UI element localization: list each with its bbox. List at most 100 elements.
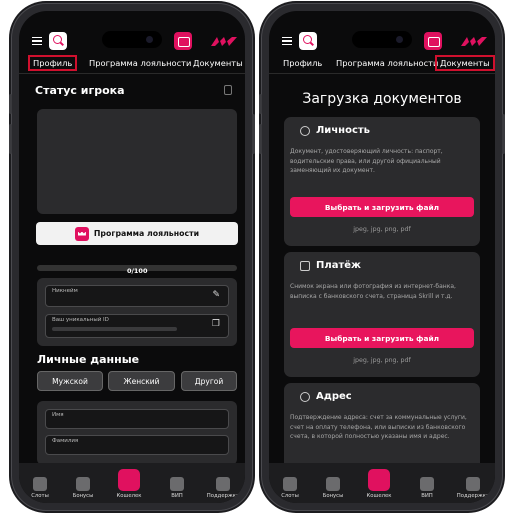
payment-section: Платёж Снимок экрана или фотография из и… — [284, 252, 480, 377]
search-icon[interactable] — [49, 32, 67, 50]
nickname-label: Никнейм — [52, 288, 78, 294]
nav-support-label: Поддержка — [206, 493, 240, 499]
nav-support-label: Поддержка — [456, 493, 490, 499]
wallet-icon — [368, 469, 390, 491]
slots-icon — [33, 477, 47, 491]
tab-documents[interactable]: Документы — [435, 55, 495, 71]
gender-male-button[interactable]: Мужской — [37, 371, 103, 391]
top-bar — [269, 31, 495, 53]
bottom-nav: Слоты Бонусы Кошелек ВИП Поддержка — [19, 463, 245, 503]
gender-female-button[interactable]: Женский — [108, 371, 175, 391]
slots-icon — [283, 477, 297, 491]
address-section-header: Адрес — [300, 391, 352, 402]
phone-left: Профиль Программа лояльности Документы С… — [9, 4, 255, 510]
brand-logo[interactable] — [209, 35, 239, 47]
identity-upload-button[interactable]: Выбрать и загрузить файл — [290, 197, 474, 217]
tab-loyalty[interactable]: Программа лояльности — [336, 58, 438, 68]
level-progress-label: 0/100 — [127, 267, 148, 275]
first-name-field[interactable]: Имя — [45, 409, 229, 429]
phone-side-button — [9, 124, 12, 154]
tab-documents-label: Документы — [440, 58, 490, 68]
nav-wallet-label: Кошелек — [366, 493, 392, 499]
search-icon[interactable] — [299, 32, 317, 50]
documents-page-title: Загрузка документов — [302, 91, 462, 107]
bottom-nav: Слоты Бонусы Кошелек ВИП Поддержка — [269, 463, 495, 503]
identity-section: Личность Документ, удостоверяющий личнос… — [284, 117, 480, 246]
screen-documents: Профиль Программа лояльности Документы З… — [269, 11, 495, 503]
copy-icon[interactable]: ❐ — [212, 319, 220, 329]
last-name-field[interactable]: Фамилия — [45, 435, 229, 455]
crown-icon — [74, 226, 89, 241]
personal-data-card: Имя Фамилия — [37, 401, 237, 465]
phone-side-button — [259, 124, 262, 154]
menu-icon[interactable] — [282, 37, 292, 45]
nav-bonuses[interactable]: Бонусы — [65, 477, 101, 499]
address-description: Подтверждение адреса: счет за коммунальн… — [290, 414, 467, 440]
phone-side-button — [9, 94, 12, 114]
vip-crown-icon — [170, 477, 184, 491]
tab-profile[interactable]: Профиль — [283, 58, 322, 68]
nav-slots[interactable]: Слоты — [22, 477, 58, 499]
info-icon[interactable] — [224, 85, 232, 95]
payment-icon — [300, 260, 310, 271]
nav-wallet[interactable]: Кошелек — [361, 469, 397, 499]
nickname-field[interactable]: Никнейм ✎ — [45, 285, 229, 307]
payment-section-header: Платёж — [300, 260, 361, 271]
nav-wallet[interactable]: Кошелек — [111, 469, 147, 499]
support-chat-icon — [216, 477, 230, 491]
nav-support[interactable]: Поддержка — [455, 477, 491, 499]
top-bar — [19, 31, 245, 53]
user-id-field[interactable]: Ваш уникальный ID ❐ — [45, 314, 229, 338]
wallet-icon[interactable] — [174, 32, 192, 50]
vip-crown-icon — [420, 477, 434, 491]
address-section-title: Адрес — [316, 391, 352, 402]
nav-slots[interactable]: Слоты — [272, 477, 308, 499]
person-circle-icon — [300, 125, 310, 136]
wallet-icon[interactable] — [424, 32, 442, 50]
payment-section-title: Платёж — [316, 260, 361, 271]
address-icon — [300, 391, 310, 402]
payment-upload-button[interactable]: Выбрать и загрузить файл — [290, 328, 474, 348]
identity-section-title: Личность — [316, 125, 371, 136]
phone-right: Профиль Программа лояльности Документы З… — [259, 4, 505, 510]
nav-bonuses[interactable]: Бонусы — [315, 477, 351, 499]
tab-loyalty[interactable]: Программа лояльности — [89, 58, 191, 68]
nav-vip[interactable]: ВИП — [159, 477, 195, 499]
nav-vip-label: ВИП — [421, 493, 433, 499]
player-status-title: Статус игрока — [35, 84, 125, 97]
nav-slots-label: Слоты — [281, 493, 299, 499]
identity-formats: jpeg, jpg, png, pdf — [353, 226, 411, 233]
tab-documents[interactable]: Документы — [193, 58, 243, 68]
tab-bar: Профиль Программа лояльности Документы — [19, 55, 245, 74]
support-chat-icon — [466, 477, 480, 491]
nav-bonuses-label: Бонусы — [72, 493, 94, 499]
wallet-icon — [118, 469, 140, 491]
nav-bonuses-label: Бонусы — [322, 493, 344, 499]
gender-other-button[interactable]: Другой — [181, 371, 237, 391]
account-card: Никнейм ✎ Ваш уникальный ID ❐ — [37, 278, 237, 346]
payment-formats: jpeg, jpg, png, pdf — [353, 357, 411, 364]
bonus-icon — [76, 477, 90, 491]
player-status-card — [37, 109, 237, 214]
tab-profile[interactable]: Профиль — [28, 55, 78, 71]
phone-side-button — [502, 114, 505, 154]
user-id-value — [52, 327, 177, 331]
tab-bar: Профиль Программа лояльности Документы — [269, 55, 495, 74]
nav-wallet-label: Кошелек — [116, 493, 142, 499]
menu-icon[interactable] — [32, 37, 42, 45]
first-name-label: Имя — [52, 412, 64, 418]
last-name-label: Фамилия — [52, 438, 79, 444]
phone-side-button — [252, 114, 255, 154]
loyalty-program-button-label: Программа лояльности — [93, 229, 200, 238]
nav-support[interactable]: Поддержка — [205, 477, 241, 499]
user-id-label: Ваш уникальный ID — [52, 317, 109, 323]
edit-pencil-icon[interactable]: ✎ — [212, 290, 220, 300]
bonus-icon — [326, 477, 340, 491]
phone-side-button — [259, 94, 262, 114]
brand-logo[interactable] — [459, 35, 489, 47]
loyalty-program-button[interactable]: Программа лояльности — [36, 222, 238, 245]
personal-data-title: Личные данные — [37, 353, 140, 366]
nav-vip[interactable]: ВИП — [409, 477, 445, 499]
nav-vip-label: ВИП — [171, 493, 183, 499]
identity-section-header: Личность — [300, 125, 370, 136]
